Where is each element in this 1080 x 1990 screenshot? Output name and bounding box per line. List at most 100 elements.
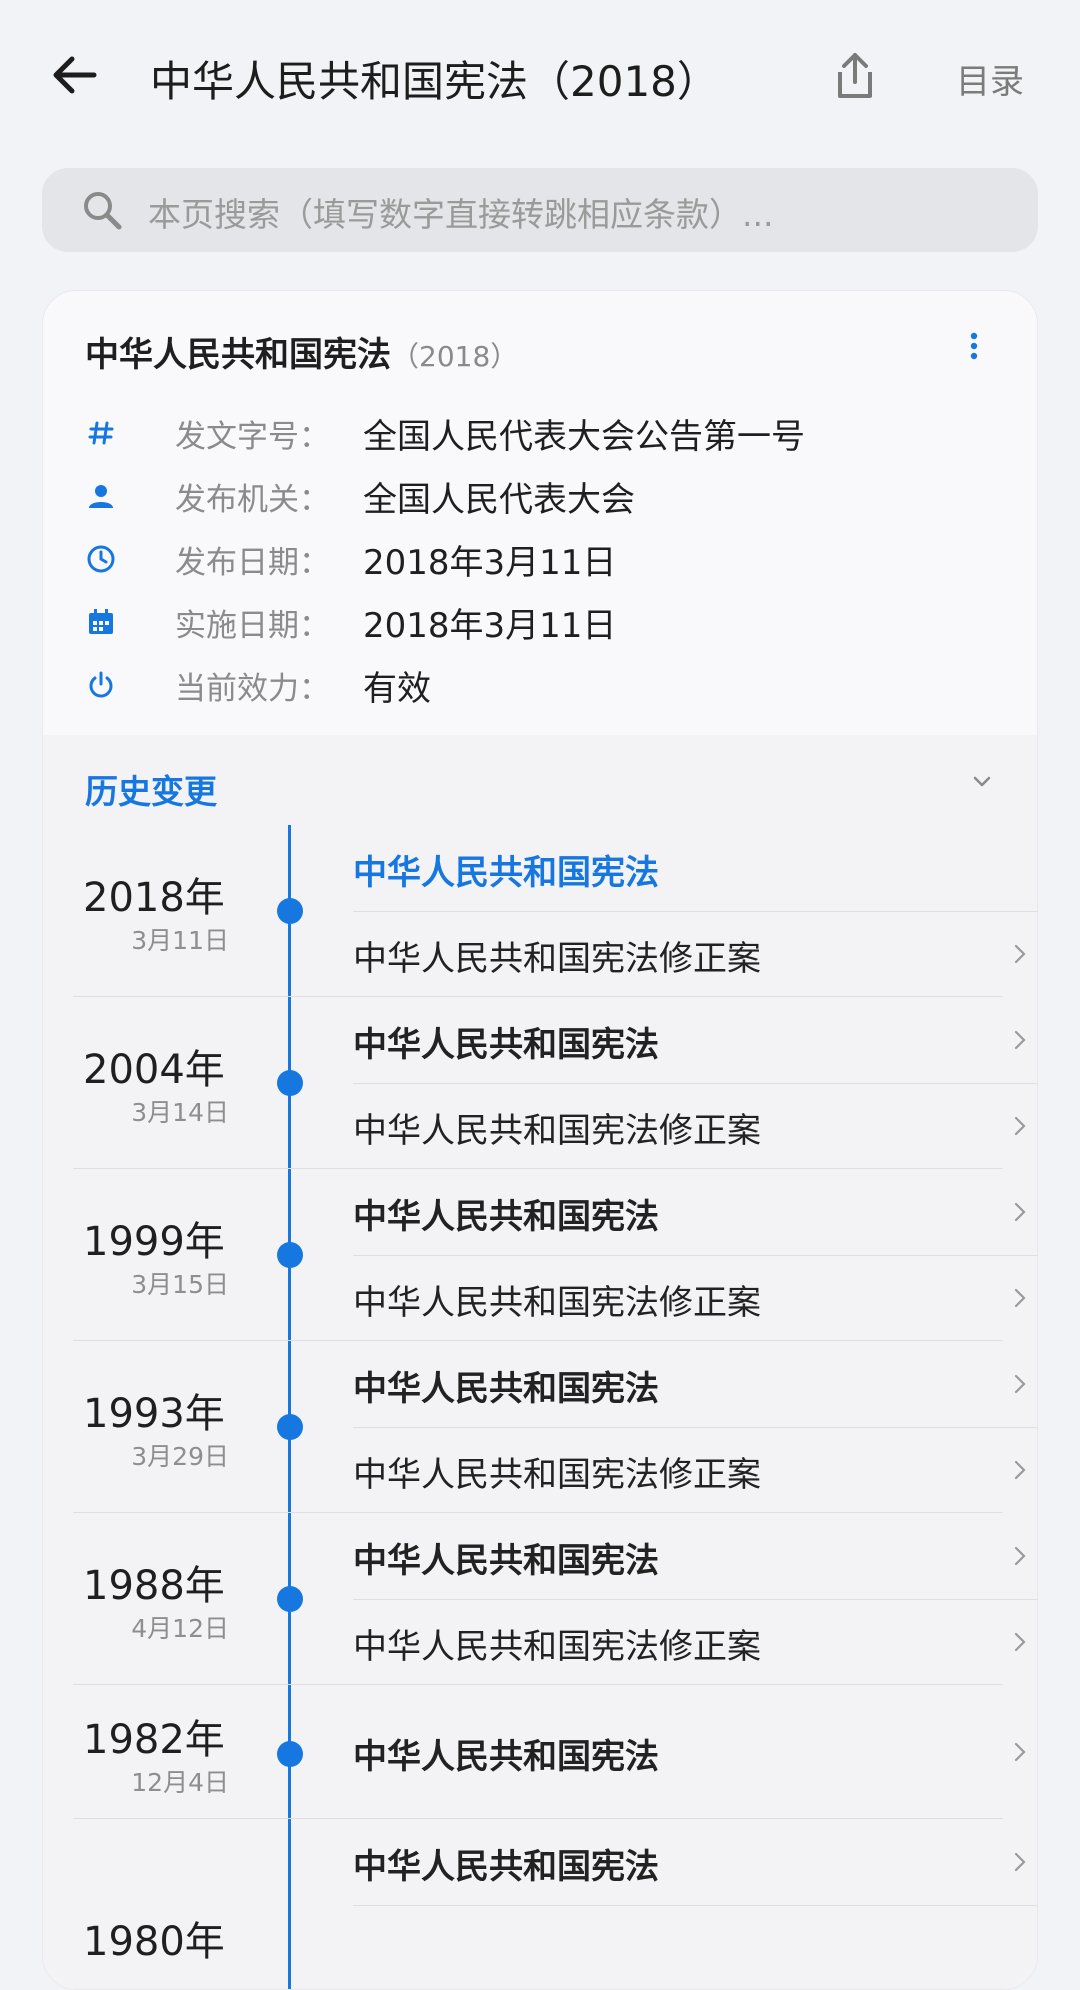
collapse-button[interactable]: [967, 769, 997, 793]
clock-icon: [87, 545, 115, 573]
history-item[interactable]: 中华人民共和国宪法修正案: [353, 1427, 1037, 1513]
history-item[interactable]: 中华人民共和国宪法修正案: [353, 1083, 1037, 1169]
history-item[interactable]: 中华人民共和国宪法: [353, 1513, 1037, 1599]
chevron-down-icon: [973, 776, 991, 787]
history-item[interactable]: 中华人民共和国宪法: [353, 1709, 1037, 1795]
share-button[interactable]: [826, 46, 884, 104]
meta-label: 发布日期：: [175, 545, 330, 581]
meta-row-effective-date: 实施日期： 2018年3月11日: [85, 598, 985, 648]
timeline-date: 3月15日: [131, 1270, 229, 1299]
more-vertical-icon: [970, 332, 978, 360]
history-item[interactable]: 中华人民共和国宪法: [353, 825, 1037, 911]
history-item-label: 中华人民共和国宪法修正案: [353, 1111, 761, 1151]
more-options-button[interactable]: [963, 331, 985, 361]
history-item-label: 中华人民共和国宪法修正案: [353, 1455, 761, 1495]
history-item[interactable]: 中华人民共和国宪法: [353, 997, 1037, 1083]
timeline-dot: [277, 1070, 303, 1096]
meta-row-doc-number: 发文字号： 全国人民代表大会公告第一号: [85, 409, 985, 459]
card-title: 中华人民共和国宪法（2018）: [85, 327, 518, 376]
meta-value: 2018年3月11日: [363, 543, 617, 583]
timeline-year: 1993年: [83, 1391, 225, 1437]
timeline-date: 3月29日: [131, 1442, 229, 1471]
timeline-dot: [277, 1741, 303, 1767]
power-icon: [89, 671, 113, 698]
top-bar: 中华人民共和国宪法（2018） 目录: [0, 0, 1080, 150]
chevron-right-icon: [1014, 1546, 1026, 1566]
search-placeholder: 本页搜索（填写数字直接转跳相应条款）...: [148, 195, 774, 234]
page-title: 中华人民共和国宪法（2018）: [150, 57, 719, 106]
timeline-year: 1982年: [83, 1717, 225, 1763]
law-year: （2018）: [391, 340, 519, 373]
meta-value: 全国人民代表大会公告第一号: [363, 417, 805, 457]
history-item-label: 中华人民共和国宪法修正案: [353, 939, 761, 979]
calendar-icon: [89, 609, 113, 634]
history-item[interactable]: 中华人民共和国宪法修正案: [353, 1599, 1037, 1685]
history-item-label: 中华人民共和国宪法: [353, 1369, 659, 1409]
timeline-year: 2018年: [83, 875, 225, 921]
meta-value: 全国人民代表大会: [363, 480, 635, 520]
timeline-date: 3月14日: [131, 1098, 229, 1127]
timeline-date: 4月12日: [131, 1614, 229, 1643]
history-item[interactable]: 中华人民共和国宪法修正案: [353, 911, 1037, 997]
history-item[interactable]: 中华人民共和国宪法: [353, 1169, 1037, 1255]
chevron-right-icon: [1014, 1030, 1026, 1050]
meta-row-issuer: 发布机关： 全国人民代表大会: [85, 472, 985, 522]
timeline-group-1993: 1993年 3月29日 中华人民共和国宪法 中华人民共和国宪法修正案: [43, 1341, 1037, 1513]
meta-label: 发布机关：: [175, 482, 330, 518]
history-title: 历史变更: [85, 772, 217, 811]
meta-label: 当前效力：: [175, 671, 330, 707]
chevron-right-icon: [1014, 1742, 1026, 1762]
timeline-dot: [277, 898, 303, 924]
timeline-group-1988: 1988年 4月12日 中华人民共和国宪法 中华人民共和国宪法修正案: [43, 1513, 1037, 1685]
chevron-right-icon: [1014, 1632, 1026, 1652]
search-input[interactable]: 本页搜索（填写数字直接转跳相应条款）...: [42, 168, 1038, 252]
history-item-label: 中华人民共和国宪法修正案: [353, 1627, 761, 1667]
chevron-right-icon: [1014, 1374, 1026, 1394]
arrow-left-icon: [53, 56, 97, 94]
history-item-label: 中华人民共和国宪法: [353, 1541, 659, 1581]
divider: [353, 1905, 1037, 1906]
hash-icon: [88, 421, 114, 445]
chevron-right-icon: [1014, 1460, 1026, 1480]
history-item-label: 中华人民共和国宪法修正案: [353, 1283, 761, 1323]
history-item[interactable]: 中华人民共和国宪法: [353, 1341, 1037, 1427]
chevron-right-icon: [1014, 1852, 1026, 1872]
history-item[interactable]: 中华人民共和国宪法修正案: [353, 1255, 1037, 1341]
timeline-date: 12月4日: [131, 1768, 229, 1797]
search-icon: [84, 192, 122, 230]
timeline-dot: [277, 1242, 303, 1268]
back-button[interactable]: [44, 44, 106, 106]
meta-value: 2018年3月11日: [363, 606, 617, 646]
chevron-right-icon: [1014, 1202, 1026, 1222]
meta-label: 实施日期：: [175, 608, 330, 644]
timeline-year: 2004年: [83, 1047, 225, 1093]
history-item[interactable]: 中华人民共和国宪法: [353, 1819, 1037, 1905]
chevron-right-icon: [1014, 1288, 1026, 1308]
history-item-label: 中华人民共和国宪法: [353, 1847, 659, 1887]
timeline-dot: [277, 1586, 303, 1612]
chevron-right-icon: [1014, 1116, 1026, 1136]
law-name: 中华人民共和国宪法: [85, 335, 391, 375]
meta-row-status: 当前效力： 有效: [85, 661, 985, 711]
law-info-card: 中华人民共和国宪法（2018） 发文字号： 全国人民代表大会公告第一号 发布机关…: [42, 290, 1038, 1990]
toc-button[interactable]: 目录: [956, 54, 1024, 103]
history-item-label: 中华人民共和国宪法: [353, 1197, 659, 1237]
timeline-date: 3月11日: [131, 926, 229, 955]
meta-row-publish-date: 发布日期： 2018年3月11日: [85, 535, 985, 585]
timeline-group-2004: 2004年 3月14日 中华人民共和国宪法 中华人民共和国宪法修正案: [43, 997, 1037, 1169]
meta-label: 发文字号：: [175, 419, 330, 455]
timeline-group-2018: 2018年 3月11日 中华人民共和国宪法 中华人民共和国宪法修正案: [43, 825, 1037, 997]
share-icon: [838, 53, 872, 98]
timeline-year: 1980年: [83, 1919, 225, 1965]
timeline-year: 1999年: [83, 1219, 225, 1265]
person-icon: [89, 485, 113, 508]
timeline-dot: [277, 1414, 303, 1440]
timeline-group-1999: 1999年 3月15日 中华人民共和国宪法 中华人民共和国宪法修正案: [43, 1169, 1037, 1341]
timeline-group-1982: 1982年 12月4日 中华人民共和国宪法: [43, 1685, 1037, 1819]
meta-value: 有效: [363, 669, 431, 709]
chevron-right-icon: [1014, 944, 1026, 964]
history-item-label: 中华人民共和国宪法: [353, 1025, 659, 1065]
timeline-year: 1988年: [83, 1563, 225, 1609]
history-section: 历史变更 2018年 3月11日 中华人民共和国宪法 中华人民共和国宪法修正案 …: [43, 735, 1037, 1989]
timeline-group-1980: 1980年 中华人民共和国宪法: [43, 1819, 1037, 1989]
